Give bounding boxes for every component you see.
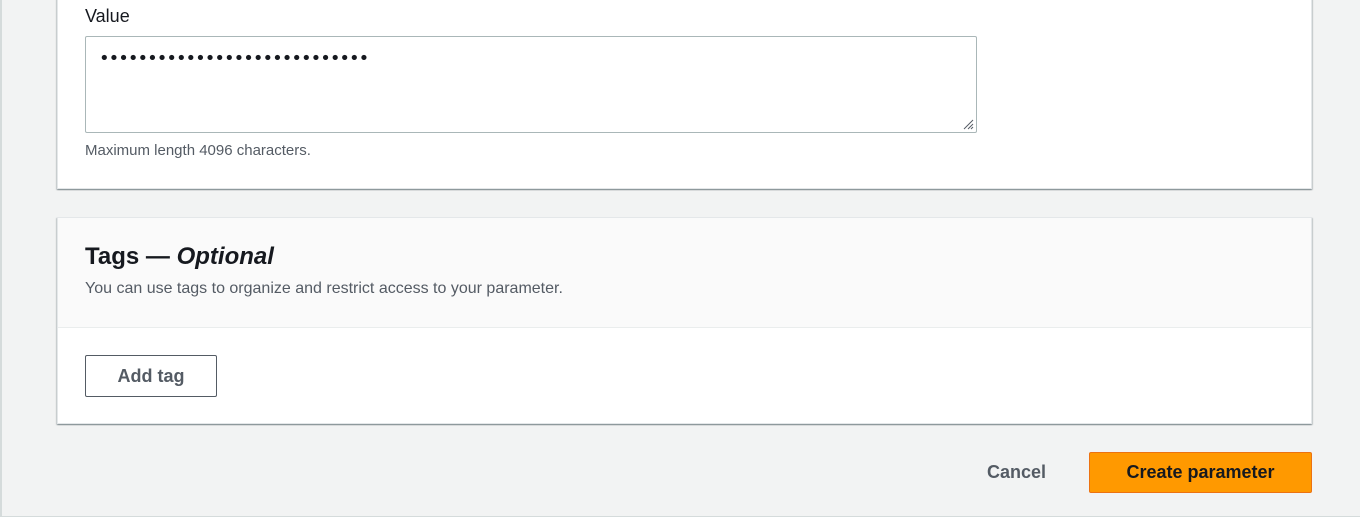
resize-handle-icon[interactable] bbox=[962, 118, 974, 130]
tags-panel-header: Tags — Optional You can use tags to orga… bbox=[58, 218, 1311, 328]
form-actions: Cancel Create parameter bbox=[967, 452, 1312, 493]
masked-value-text: •••••••••••••••••••••••••••• bbox=[99, 48, 369, 69]
value-panel: Value •••••••••••••••••••••••••••• Maxim… bbox=[57, 0, 1312, 189]
page-left-border bbox=[0, 0, 2, 517]
create-parameter-button[interactable]: Create parameter bbox=[1089, 452, 1312, 493]
value-constraint-text: Maximum length 4096 characters. bbox=[85, 142, 311, 159]
tags-title: Tags — Optional bbox=[85, 243, 274, 271]
tags-title-optional: Optional bbox=[176, 243, 274, 270]
value-label: Value bbox=[85, 6, 130, 26]
value-textarea[interactable]: •••••••••••••••••••••••••••• bbox=[85, 36, 977, 133]
tags-description: You can use tags to organize and restric… bbox=[85, 280, 563, 297]
add-tag-button[interactable]: Add tag bbox=[85, 355, 217, 397]
tags-title-text: Tags — bbox=[85, 243, 170, 270]
cancel-button[interactable]: Cancel bbox=[967, 452, 1066, 493]
tags-panel: Tags — Optional You can use tags to orga… bbox=[57, 217, 1312, 424]
